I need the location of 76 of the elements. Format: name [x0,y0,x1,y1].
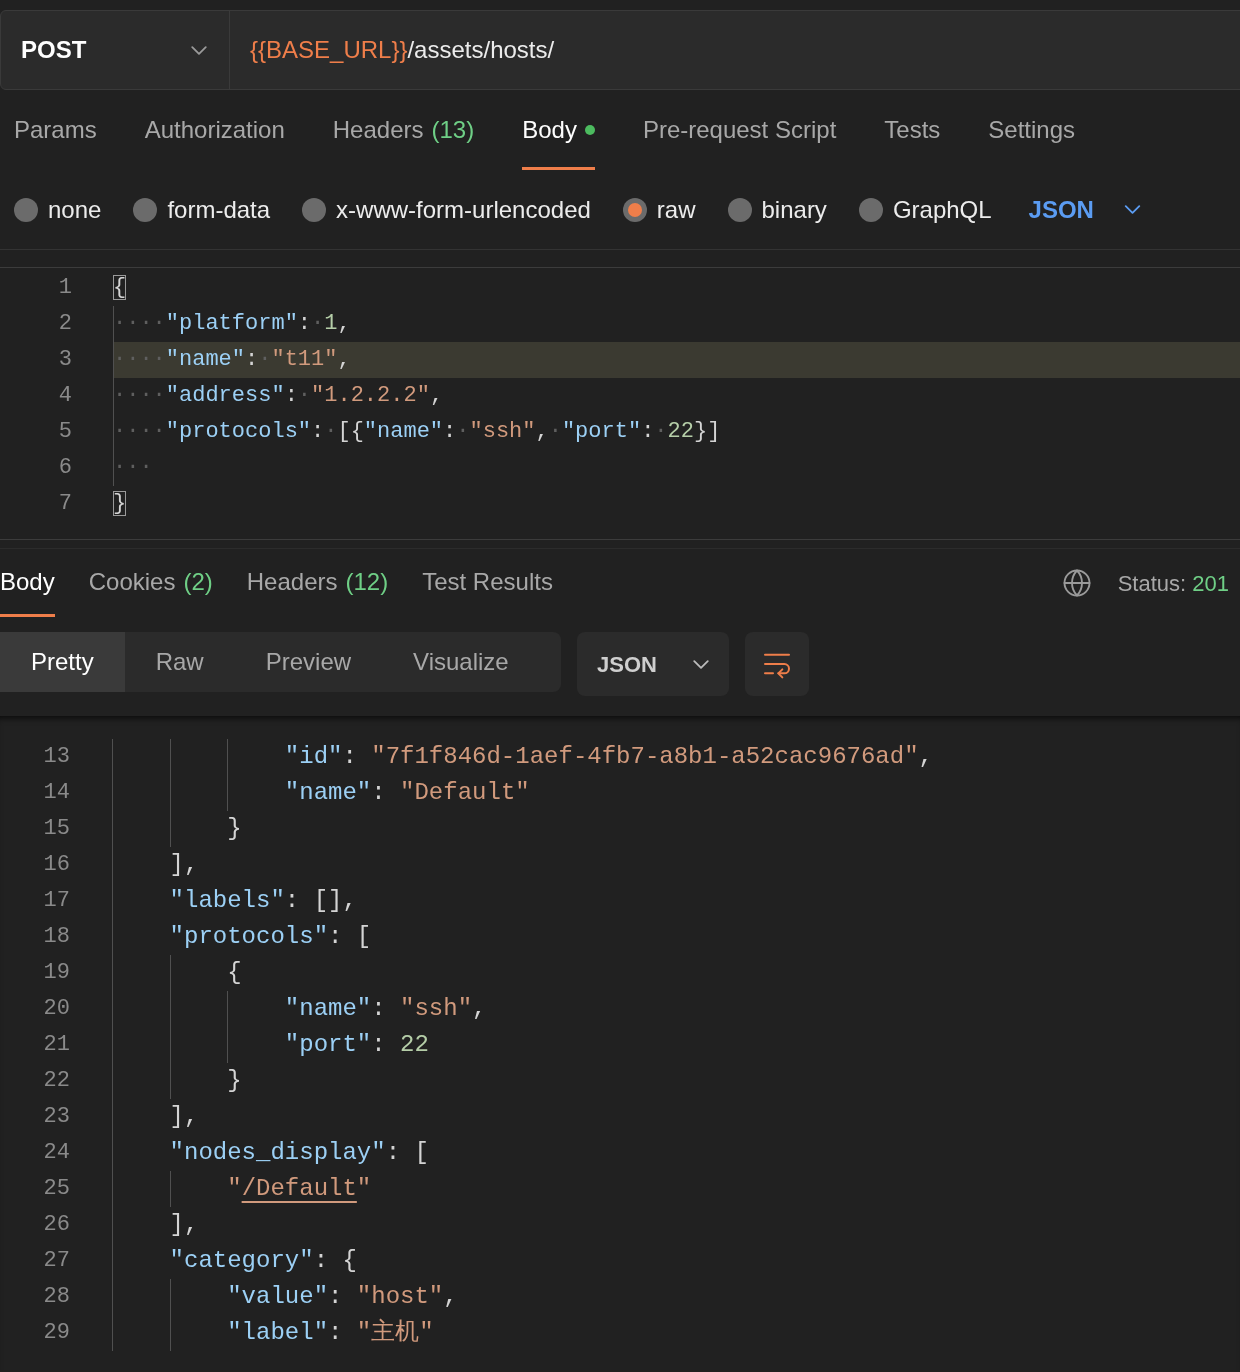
code-line: "port": 22 [283,1030,429,1060]
line-number: 29 [42,1319,70,1347]
wrap-lines-button[interactable] [745,632,809,696]
globe-icon[interactable] [1061,568,1092,598]
request-tab[interactable]: Headers (13) [332,90,475,170]
line-number: 13 [42,743,70,771]
code-line: ····"name":·"t11", [113,346,351,374]
view-mode-tab[interactable]: Pretty [0,632,125,692]
body-type-radio[interactable]: form-data [133,191,271,228]
code-line: } [226,814,242,844]
request-tab[interactable]: Tests [884,90,941,170]
line-number: 22 [42,1067,70,1095]
code-line: } [226,1066,242,1096]
line-number: 23 [42,1103,70,1131]
line-number: 2 [57,310,72,338]
line-number: 20 [42,995,70,1023]
line-number: 27 [42,1247,70,1275]
code-line: { [226,958,242,988]
line-number: 3 [57,346,72,374]
view-mode-tab[interactable]: Preview [234,632,383,692]
line-number: 17 [42,887,70,915]
line-number: 21 [42,1031,70,1059]
line-number: 28 [42,1283,70,1311]
code-line: "labels": [], [168,886,357,916]
line-number: 24 [42,1139,70,1167]
request-tab[interactable]: Params [14,90,97,170]
code-line: "value": "host", [226,1282,458,1312]
line-number: 6 [57,454,72,482]
format-dropdown[interactable]: JSON [1028,191,1141,228]
line-number: 25 [42,1175,70,1203]
chevron-down-icon [693,659,709,669]
code-line: ····"address":·"1.2.2.2", [113,382,444,410]
response-tab[interactable]: Headers (12) [246,549,389,617]
line-number: 4 [57,382,72,410]
line-number: 7 [57,490,72,518]
code-line: { [113,274,127,302]
response-tab[interactable]: Test Results [422,549,553,617]
code-line: ], [168,1210,199,1240]
line-number: 26 [42,1211,70,1239]
line-number: 1 [57,274,72,302]
code-line: "label": "主机" [226,1317,434,1348]
body-type-radio[interactable]: raw [622,191,696,228]
code-line: ····"protocols":·[{"name":·"ssh",·"port":·22}] [113,418,721,446]
line-number: 14 [42,779,70,807]
line-number: 16 [42,851,70,879]
line-number: 5 [57,418,72,446]
code-line: } [113,490,127,518]
request-tab[interactable]: Settings [988,90,1076,170]
chevron-down-icon [1123,205,1141,214]
body-type-radio[interactable]: GraphQL [858,191,992,228]
code-line: ], [168,850,199,880]
request-tab[interactable]: Pre-request Script [642,90,837,170]
code-line: "category": { [168,1246,357,1276]
response-tab[interactable]: Cookies (2) [88,549,213,617]
response-tab[interactable]: Body [0,549,55,617]
code-line: "/Default" [226,1174,372,1204]
request-tab[interactable]: Body [522,90,595,170]
view-mode-tab[interactable]: Visualize [382,632,540,692]
request-tab[interactable]: Authorization [144,90,285,170]
code-line: ····"platform":·1, [113,310,351,338]
line-number: 15 [42,815,70,843]
code-line: ], [168,1102,199,1132]
code-line: "id": "7f1f846d-1aef-4fb7-a8b1-a52cac9676ad", [283,742,933,772]
code-line: "nodes_display": [ [168,1138,429,1168]
line-number: 19 [42,959,70,987]
body-type-radio[interactable]: none [14,191,102,228]
code-line: "name": "Default" [283,778,530,808]
code-line: ··· [113,454,153,482]
line-number: 18 [42,923,70,951]
code-line: "protocols": [ [168,922,372,952]
status-text: Status: 201 [1117,569,1229,598]
body-type-radio[interactable]: x-www-form-urlencoded [302,191,591,228]
code-line: "name": "ssh", [283,994,487,1024]
view-mode-tab[interactable]: Raw [124,632,235,692]
response-format-dropdown[interactable]: JSON [577,632,729,696]
body-type-radio[interactable]: binary [727,191,827,228]
